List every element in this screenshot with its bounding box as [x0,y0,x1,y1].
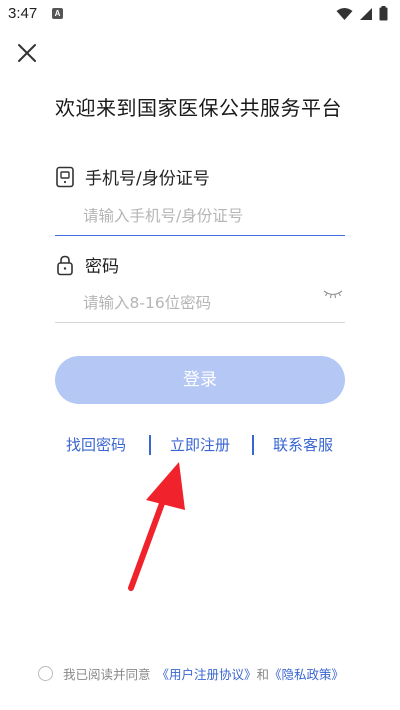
phone-input[interactable] [55,196,345,235]
notification-a-icon: A [52,8,63,19]
password-input[interactable] [55,283,345,322]
phone-icon [56,166,74,187]
close-button[interactable] [14,40,40,66]
close-icon [18,44,36,62]
find-password-link[interactable]: 找回密码 [66,434,126,455]
eye-closed-icon[interactable] [323,289,343,299]
status-time: 3:47 [8,5,38,22]
user-agreement-link[interactable]: 《用户注册协议》 [157,664,257,683]
login-button[interactable]: 登录 [55,356,345,404]
wifi-icon [336,7,353,20]
signal-icon [360,7,372,20]
status-icons [336,6,388,21]
link-divider [252,435,254,455]
password-input-container [55,283,345,323]
link-divider [149,435,151,455]
register-link[interactable]: 立即注册 [170,434,230,455]
page-title: 欢迎来到国家医保公共服务平台 [55,96,342,120]
agreement-checkbox[interactable] [38,666,53,681]
status-bar: 3:47 A [0,0,400,28]
password-label: 密码 [85,257,119,277]
phone-label: 手机号/身份证号 [85,169,210,189]
privacy-policy-link[interactable]: 《隐私政策》 [269,664,344,683]
agreement-row: 我已阅读并同意 《用户注册协议》 和 《隐私政策》 [38,664,344,683]
links-row: 找回密码 立即注册 联系客服 [0,434,400,458]
battery-icon [379,6,388,21]
phone-label-row: 手机号/身份证号 [55,164,210,189]
agreement-prefix: 我已阅读并同意 [63,667,151,682]
password-label-row: 密码 [55,252,119,277]
phone-input-container [55,196,345,236]
agreement-and: 和 [256,667,270,682]
lock-icon [57,255,73,275]
contact-service-link[interactable]: 联系客服 [273,434,333,455]
